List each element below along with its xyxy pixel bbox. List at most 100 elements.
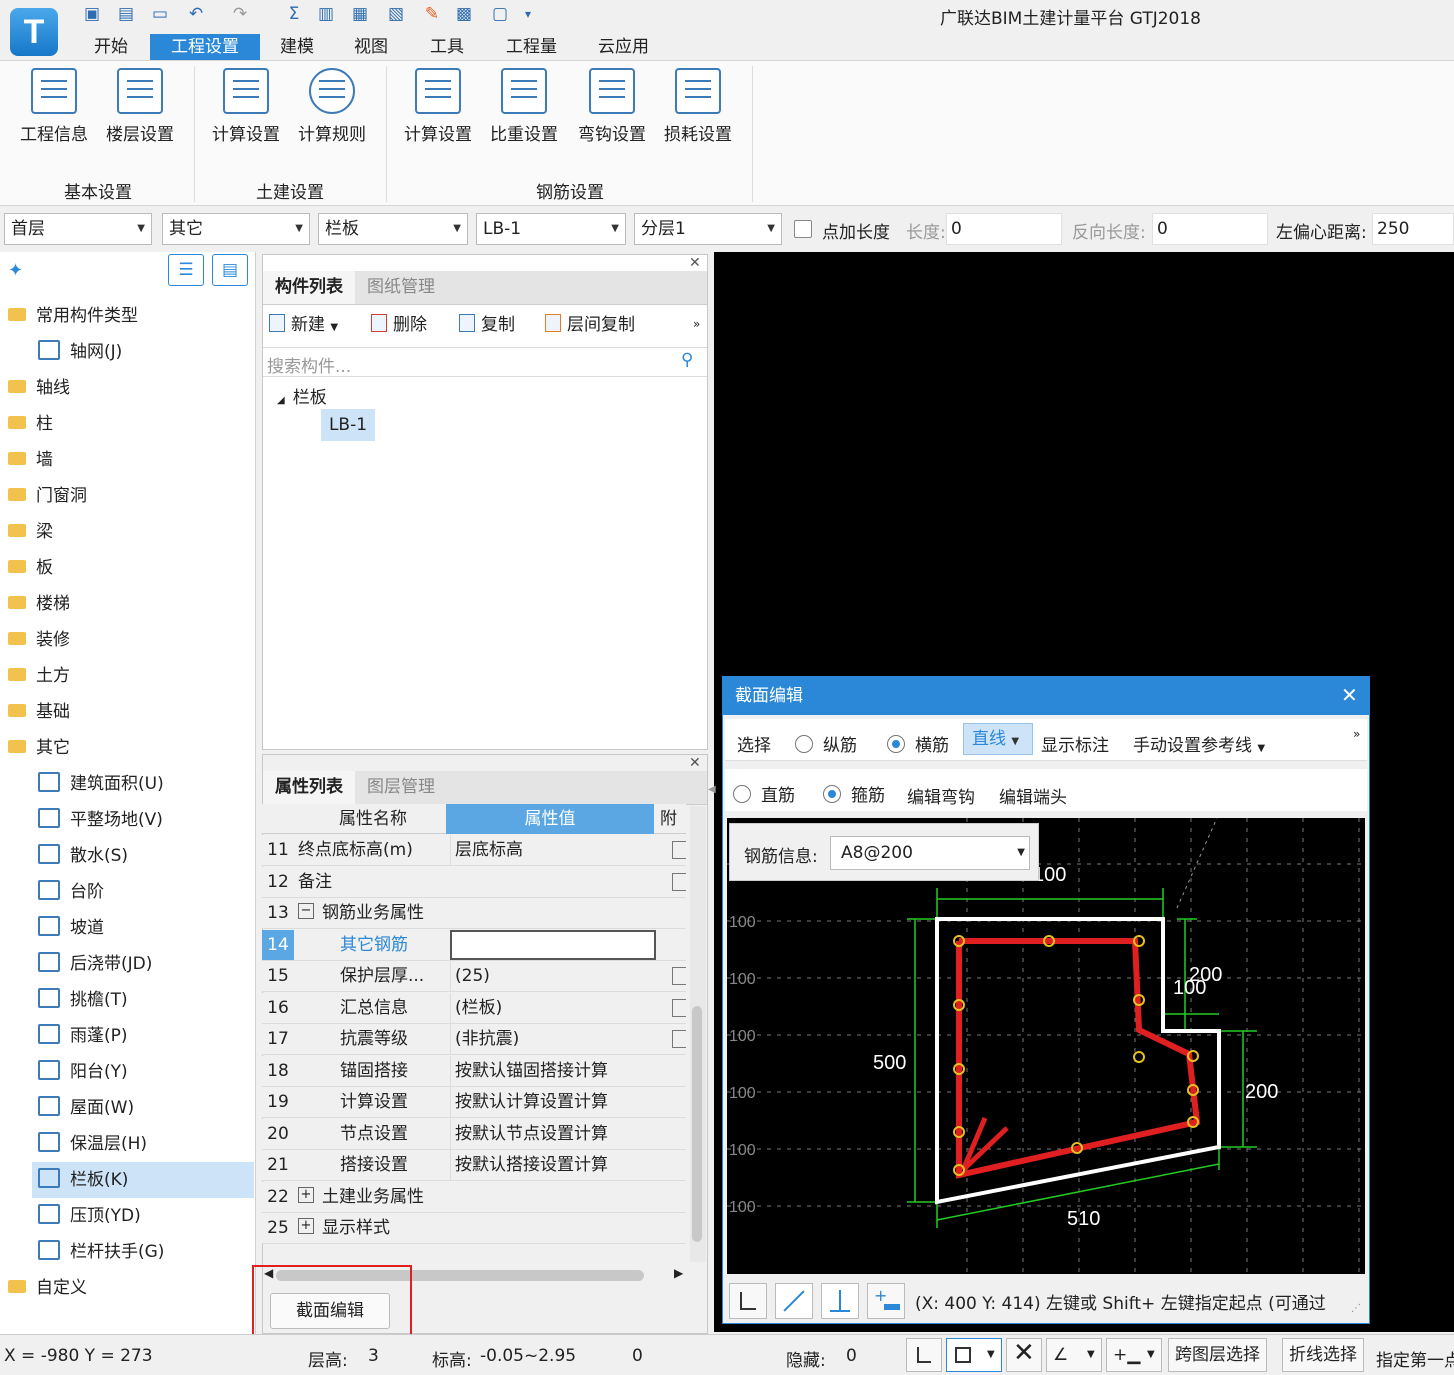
- transverse-radio[interactable]: 横筋: [887, 731, 949, 756]
- line-mode-dropdown[interactable]: 直线 ▼: [963, 723, 1033, 755]
- tree-item[interactable]: 轴线: [8, 370, 70, 406]
- search-input[interactable]: 搜索构件...: [267, 352, 351, 377]
- attach-checkbox[interactable]: [672, 872, 686, 891]
- tree-item[interactable]: 后浇带(JD): [38, 946, 152, 982]
- tree-item[interactable]: 栏板(K): [32, 1162, 254, 1198]
- tree-item[interactable]: 常用构件类型: [8, 298, 138, 334]
- tree-item[interactable]: 栏杆扶手(G): [38, 1234, 164, 1270]
- tree-item[interactable]: 土方: [8, 658, 70, 694]
- tree-item[interactable]: 屋面(W): [38, 1090, 134, 1126]
- tree-node-railing[interactable]: ◢ 栏板: [277, 383, 327, 408]
- snap-line-icon[interactable]: [775, 1283, 813, 1319]
- select-button[interactable]: 选择: [737, 731, 771, 756]
- component-select[interactable]: LB-1 ▼: [476, 213, 626, 245]
- more-icon[interactable]: »: [1353, 727, 1360, 741]
- section-drawing[interactable]: 100100100100100100100 100200100500200510: [727, 818, 1365, 1274]
- delete-button[interactable]: 删除: [371, 313, 427, 337]
- reverse-length-input[interactable]: 0: [1152, 213, 1268, 245]
- tree-item[interactable]: 散水(S): [38, 838, 128, 874]
- snap-offset-icon[interactable]: +: [867, 1283, 905, 1319]
- loss-settings-button[interactable]: 损耗设置: [658, 68, 738, 145]
- check-icon[interactable]: ▧: [384, 3, 408, 25]
- hook-settings-button[interactable]: 弯钩设置: [572, 68, 652, 145]
- length-input[interactable]: 0: [946, 213, 1062, 245]
- weight-settings-button[interactable]: 比重设置: [484, 68, 564, 145]
- copy-button[interactable]: 复制: [459, 313, 515, 337]
- collapse-icon[interactable]: ◀: [708, 784, 716, 795]
- stirrup-radio[interactable]: 箍筋: [823, 781, 885, 806]
- menu-modeling[interactable]: 建模: [268, 34, 326, 60]
- floor-settings-button[interactable]: 楼层设置: [100, 68, 180, 145]
- tree-item[interactable]: 保温层(H): [38, 1126, 147, 1162]
- tab-property-list[interactable]: 属性列表: [263, 771, 355, 804]
- sparkle-icon[interactable]: ✦: [8, 260, 23, 281]
- show-dimensions-button[interactable]: 显示标注: [1041, 731, 1109, 756]
- cross-icon[interactable]: ✕: [1006, 1338, 1042, 1372]
- table-row[interactable]: 15 保护层厚... (25): [262, 961, 686, 992]
- tree-node-lb1[interactable]: LB-1: [321, 409, 375, 441]
- table-row[interactable]: 18 锚固搭接 按默认锚固搭接计算: [262, 1055, 686, 1087]
- tree-item[interactable]: 板: [8, 550, 53, 586]
- rebar-info-input[interactable]: A8@200 ▼: [830, 836, 1030, 870]
- new-file-icon[interactable]: ▤: [114, 3, 138, 25]
- redo-icon[interactable]: ↷: [228, 3, 252, 25]
- tree-item[interactable]: 压顶(YD): [38, 1198, 141, 1234]
- new-button[interactable]: 新建 ▼: [269, 313, 338, 337]
- tree-item[interactable]: 其它: [8, 730, 70, 766]
- tree-item[interactable]: 柱: [8, 406, 53, 442]
- tree-item[interactable]: 台阶: [38, 874, 104, 910]
- table-row[interactable]: 13− 钢筋业务属性: [262, 898, 686, 929]
- property-value[interactable]: (栏板): [450, 992, 656, 1024]
- tab-component-list[interactable]: 构件列表: [263, 271, 355, 304]
- tree-item[interactable]: 基础: [8, 694, 70, 730]
- tree-item[interactable]: 自定义: [8, 1270, 87, 1306]
- longitudinal-radio[interactable]: 纵筋: [795, 731, 857, 756]
- attach-checkbox[interactable]: [672, 841, 686, 859]
- table-row[interactable]: 22 + 土建业务属性: [262, 1181, 686, 1213]
- attach-checkbox[interactable]: [672, 1030, 686, 1048]
- menu-start[interactable]: 开始: [82, 34, 140, 60]
- table-row[interactable]: 11 终点底标高(m) 层底标高: [262, 835, 686, 866]
- tree-item[interactable]: 雨蓬(P): [38, 1018, 128, 1054]
- offset-snap-icon[interactable]: +▁ ▼: [1106, 1338, 1162, 1372]
- tree-item[interactable]: 门窗洞: [8, 478, 87, 514]
- table-row[interactable]: 20 节点设置 按默认节点设置计算: [262, 1118, 686, 1150]
- undo-icon[interactable]: ↶: [184, 3, 208, 25]
- property-value[interactable]: (非抗震): [450, 1024, 656, 1055]
- menu-project-settings[interactable]: 工程设置: [150, 34, 260, 60]
- resize-grip-icon[interactable]: ⋰: [1351, 1303, 1361, 1314]
- property-value[interactable]: 按默认锚固搭接计算: [450, 1055, 656, 1087]
- table-row[interactable]: 19 计算设置 按默认计算设置计算: [262, 1087, 686, 1118]
- collapse-icon[interactable]: −: [298, 903, 314, 919]
- close-icon[interactable]: ✕: [689, 755, 701, 771]
- view-report-icon[interactable]: ▦: [348, 3, 372, 25]
- expand-icon[interactable]: +: [298, 1218, 314, 1234]
- floor-select[interactable]: 首层 ▼: [4, 213, 152, 245]
- list-view-icon[interactable]: ☰: [168, 254, 204, 286]
- table-row[interactable]: 16 汇总信息 (栏板): [262, 992, 686, 1024]
- type-select[interactable]: 栏板 ▼: [318, 213, 468, 245]
- grid-icon[interactable]: ▩: [452, 3, 476, 25]
- property-value[interactable]: 按默认节点设置计算: [450, 1118, 656, 1150]
- menu-tools[interactable]: 工具: [418, 34, 476, 60]
- table-row[interactable]: 12 备注: [262, 866, 686, 898]
- card-view-icon[interactable]: ▤: [212, 254, 248, 286]
- scroll-right-icon[interactable]: ▶: [674, 1266, 683, 1280]
- app-logo[interactable]: T: [10, 8, 58, 56]
- rebar-calc-settings-button[interactable]: 计算设置: [398, 68, 478, 145]
- edit-end-button[interactable]: 编辑端头: [999, 783, 1067, 808]
- report-icon[interactable]: ▥: [314, 3, 338, 25]
- menu-view[interactable]: 视图: [342, 34, 400, 60]
- table-row[interactable]: 25 + 显示样式: [262, 1213, 686, 1244]
- add-length-checkbox[interactable]: [794, 220, 812, 238]
- property-value[interactable]: 按默认计算设置计算: [450, 1087, 656, 1118]
- offset-input[interactable]: 250: [1372, 213, 1454, 245]
- ortho-icon[interactable]: [729, 1283, 767, 1319]
- open-folder-icon[interactable]: ▭: [148, 3, 172, 25]
- property-value[interactable]: 层底标高: [450, 835, 656, 866]
- sum-icon[interactable]: Σ: [282, 3, 306, 25]
- edit-hook-button[interactable]: 编辑弯钩: [907, 783, 975, 808]
- tree-item[interactable]: 建筑面积(U): [38, 766, 164, 802]
- customize-icon[interactable]: ▾: [516, 3, 540, 25]
- tree-item[interactable]: 墙: [8, 442, 53, 478]
